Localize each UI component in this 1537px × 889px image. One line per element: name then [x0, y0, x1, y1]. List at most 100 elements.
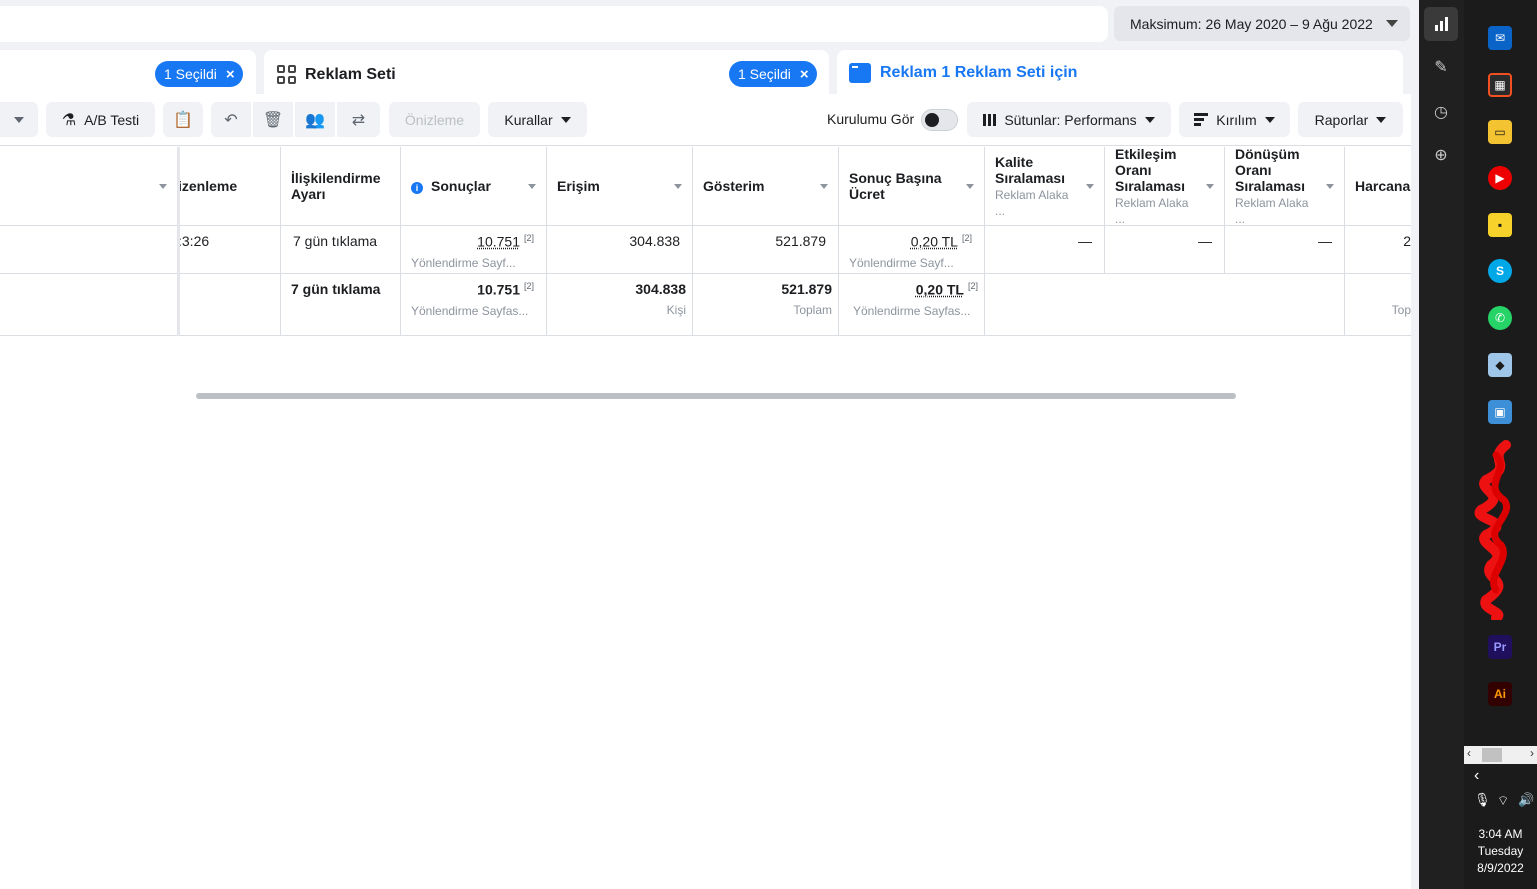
- sort-caret-icon[interactable]: [159, 184, 167, 189]
- date-range-button[interactable]: Maksimum: 26 May 2020 – 9 Ağu 2022: [1114, 6, 1410, 41]
- view-setup-toggle[interactable]: [921, 109, 958, 131]
- premiere-icon[interactable]: Pr: [1488, 635, 1512, 659]
- row-results-value[interactable]: 10.751: [477, 234, 520, 250]
- totals-results: 10.751 [2] Yönlendirme Sayfas...: [401, 274, 547, 335]
- filter-search-box[interactable]: [0, 6, 1108, 42]
- eraser-app-icon[interactable]: ◆: [1488, 353, 1512, 377]
- ab-test-button[interactable]: ⚗ A/B Testi: [46, 102, 155, 137]
- header-amount-spent[interactable]: Harcanan: [1345, 147, 1411, 225]
- edit-side-button[interactable]: ✎: [1424, 50, 1458, 84]
- control-panel-icon[interactable]: ▣: [1488, 400, 1512, 424]
- row-cpr-sub: Yönlendirme Sayf...: [849, 255, 954, 270]
- scrollbar-thumb[interactable]: [1482, 748, 1502, 762]
- illustrator-icon[interactable]: Ai: [1488, 682, 1512, 706]
- close-icon[interactable]: ×: [226, 66, 235, 83]
- trash-icon: 🗑: [262, 111, 284, 129]
- pencil-icon: ✎: [1434, 59, 1448, 76]
- tab-ads-label: Reklam 1 Reklam Seti için: [880, 64, 1078, 81]
- tab-ad-sets[interactable]: Reklam Seti 1 Seçildi ×: [264, 50, 829, 96]
- sort-caret-icon[interactable]: [1206, 184, 1214, 189]
- main-panel: ⚗ A/B Testi 📋 ↶ 🗑 👥 ⇄ Önizleme Kurallar …: [0, 94, 1411, 889]
- chevron-left-icon[interactable]: ‹: [1467, 746, 1471, 760]
- whatsapp-icon[interactable]: ✆: [1488, 306, 1512, 330]
- header-engagement-label: Etkileşim Oranı Sıralaması: [1115, 145, 1186, 194]
- preview-button[interactable]: Önizleme: [389, 102, 480, 137]
- tab-ad-sets-title: Reklam Seti: [277, 65, 396, 84]
- columns-label: Sütunlar: Performans: [1004, 111, 1137, 128]
- row-spent-value: 2: [1403, 233, 1411, 249]
- row-results[interactable]: 10.751 [2] Yönlendirme Sayf...: [401, 226, 547, 273]
- header-conversion-ranking[interactable]: Dönüşüm Oranı Sıralaması Reklam Alaka ...: [1225, 146, 1345, 226]
- header-quality-ranking[interactable]: Kalite Sıralaması Reklam Alaka ...: [985, 147, 1105, 225]
- totals-edit-cell: [178, 274, 281, 335]
- row-cost-per-result[interactable]: 0,20 TL [2] Yönlendirme Sayf...: [839, 226, 985, 273]
- breakdown-button[interactable]: Kırılım: [1179, 102, 1290, 137]
- store-icon[interactable]: ▦: [1488, 73, 1512, 97]
- row-impressions-value: 521.879: [775, 233, 826, 249]
- row-conversion-value: —: [1318, 233, 1332, 249]
- delete-button[interactable]: 🗑: [253, 102, 293, 137]
- header-engagement-ranking[interactable]: Etkileşim Oranı Sıralaması Reklam Alaka .…: [1105, 145, 1225, 226]
- youtube-icon[interactable]: ▶: [1488, 166, 1512, 190]
- wifi-icon[interactable]: ⌔: [1497, 793, 1509, 809]
- taskbar-clock[interactable]: 3:04 AM Tuesday 8/9/2022: [1464, 826, 1537, 877]
- undo-icon: ↶: [224, 111, 238, 129]
- preview-label: Önizleme: [404, 111, 465, 128]
- tab-campaigns[interactable]: 1 Seçildi ×: [0, 50, 256, 96]
- sort-caret-icon[interactable]: [674, 184, 682, 189]
- selected-pill-ad-sets[interactable]: 1 Seçildi ×: [729, 61, 817, 87]
- totals-cpr-sup: [2]: [967, 281, 978, 291]
- totals-results-sub: Yönlendirme Sayfas...: [411, 303, 529, 318]
- sort-caret-icon[interactable]: [1326, 184, 1334, 189]
- clock-date: 8/9/2022: [1477, 861, 1524, 875]
- row-name-cell[interactable]: [0, 226, 178, 273]
- header-impressions[interactable]: Gösterim: [693, 147, 839, 225]
- sort-caret-icon[interactable]: [966, 184, 974, 189]
- volume-icon[interactable]: 🔊: [1518, 792, 1534, 808]
- duplicate-button[interactable]: 📋: [163, 102, 203, 137]
- microphone-icon[interactable]: 🎙: [1474, 792, 1491, 808]
- undo-button[interactable]: ↶: [211, 102, 251, 137]
- clock-icon: ◷: [1434, 104, 1448, 121]
- export-button[interactable]: ⇄: [337, 102, 380, 137]
- close-icon[interactable]: ×: [800, 66, 809, 83]
- sort-caret-icon[interactable]: [1086, 184, 1094, 189]
- horizontal-scrollbar[interactable]: [196, 393, 1236, 399]
- columns-button[interactable]: Sütunlar: Performans: [967, 102, 1171, 137]
- row-quality-value: —: [1078, 233, 1092, 249]
- header-editing[interactable]: izenleme: [178, 147, 281, 225]
- chevron-right-icon[interactable]: ›: [1530, 746, 1534, 760]
- table-row[interactable]: :3:26 7 gün tıklama 10.751 [2] Yönlendirm…: [0, 226, 1411, 274]
- selected-pill-campaigns[interactable]: 1 Seçildi ×: [155, 61, 243, 87]
- header-conversion-sub: Reklam Alaka ...: [1235, 195, 1309, 226]
- rules-button[interactable]: Kurallar: [488, 102, 587, 137]
- mail-icon[interactable]: ✉: [1488, 26, 1512, 50]
- sort-caret-icon[interactable]: [528, 184, 536, 189]
- sticky-notes-icon[interactable]: ▪: [1488, 213, 1512, 237]
- analytics-side-button[interactable]: [1424, 7, 1458, 41]
- skype-icon[interactable]: S: [1488, 259, 1512, 283]
- chevron-down-icon: [1264, 116, 1275, 123]
- date-range-label: Maksimum: 26 May 2020 – 9 Ağu 2022: [1130, 15, 1373, 32]
- create-dropdown-button[interactable]: [0, 102, 38, 137]
- tab-ads[interactable]: Reklam 1 Reklam Seti için: [837, 50, 1403, 96]
- reports-button[interactable]: Raporlar: [1298, 102, 1403, 137]
- skype-glyph: S: [1495, 264, 1504, 278]
- header-attribution[interactable]: İlişkilendirme Ayarı: [281, 147, 401, 225]
- side-panel: [1419, 0, 1464, 889]
- taskbar-overflow-scrollbar[interactable]: ‹ ›: [1464, 746, 1537, 764]
- row-reach: 304.838: [547, 226, 693, 273]
- header-reach[interactable]: Erişim: [547, 147, 693, 225]
- totals-impressions-sub: Toplam: [793, 303, 832, 317]
- header-cost-per-result[interactable]: Sonuç Başına Ücret: [839, 147, 985, 225]
- show-hidden-icons-chevron-icon[interactable]: ‹: [1474, 767, 1479, 785]
- header-attribution-label: İlişkilendirme Ayarı: [291, 170, 381, 202]
- header-name[interactable]: [0, 147, 178, 225]
- audience-button[interactable]: 👥: [295, 102, 335, 137]
- file-explorer-icon[interactable]: ▭: [1488, 120, 1512, 144]
- row-cpr-value[interactable]: 0,20 TL: [911, 234, 958, 250]
- inspect-side-button[interactable]: ⊕: [1424, 138, 1458, 172]
- history-side-button[interactable]: ◷: [1424, 95, 1458, 129]
- header-results[interactable]: i Sonuçlar: [401, 147, 547, 225]
- sort-caret-icon[interactable]: [820, 184, 828, 189]
